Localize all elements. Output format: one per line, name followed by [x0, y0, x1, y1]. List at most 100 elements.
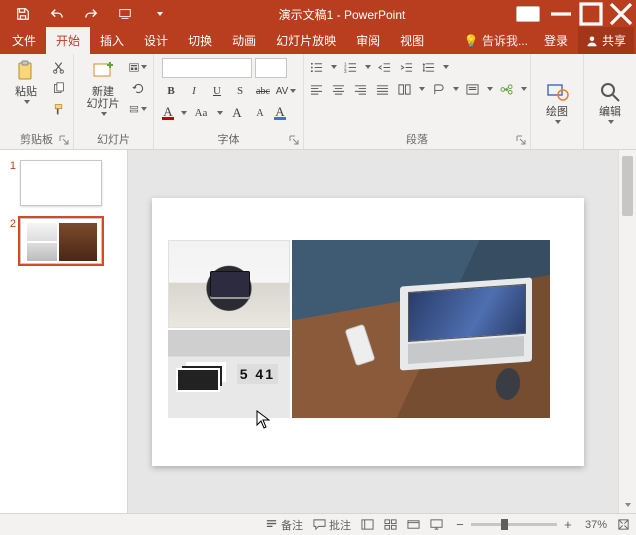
thumbnail-preview[interactable] [20, 160, 102, 206]
align-text-dropdown-icon[interactable] [487, 87, 493, 91]
thumbnail-slide-2[interactable]: 2 [6, 218, 121, 264]
tab-file[interactable]: 文件 [2, 27, 46, 54]
bullets-dropdown-icon[interactable] [331, 65, 337, 69]
new-slide-button[interactable]: 新建 幻灯片 [80, 58, 126, 118]
normal-view-icon[interactable] [361, 518, 374, 531]
font-size-combo[interactable] [255, 58, 287, 78]
share-button[interactable]: 共享 [578, 27, 634, 54]
notes-button[interactable]: 备注 [265, 517, 303, 533]
reset-icon[interactable] [129, 79, 147, 97]
slide-canvas-area[interactable] [128, 150, 618, 513]
align-text-button[interactable] [463, 80, 481, 98]
tab-insert[interactable]: 插入 [90, 27, 134, 54]
tab-design[interactable]: 设计 [134, 27, 178, 54]
slide-sorter-view-icon[interactable] [384, 518, 397, 531]
zoom-out-button[interactable]: − [453, 517, 467, 532]
close-button[interactable] [606, 0, 636, 28]
zoom-percentage[interactable]: 37% [585, 519, 607, 531]
slide-thumbnail-panel[interactable]: 1 2 [0, 150, 128, 513]
italic-button[interactable]: I [185, 82, 203, 100]
section-icon[interactable] [129, 100, 147, 118]
group-clipboard: 粘贴 剪贴板 [0, 54, 74, 149]
format-painter-icon[interactable] [49, 100, 67, 118]
paragraph-launcher-icon[interactable] [516, 135, 528, 147]
columns-button[interactable] [395, 80, 413, 98]
login-button[interactable]: 登录 [534, 27, 578, 54]
tab-home[interactable]: 开始 [46, 27, 90, 54]
thumbnail-number: 2 [6, 218, 16, 230]
zoom-slider[interactable] [471, 523, 557, 526]
scroll-thumb[interactable] [622, 156, 633, 216]
tab-slideshow[interactable]: 幻灯片放映 [266, 27, 346, 54]
line-spacing-button[interactable] [419, 58, 437, 76]
vertical-scrollbar[interactable] [618, 150, 636, 513]
underline-button[interactable]: U [208, 82, 226, 100]
ribbon-display-options-icon[interactable] [516, 6, 540, 22]
group-slides-label: 幻灯片 [97, 129, 130, 147]
font-family-combo[interactable] [162, 58, 252, 78]
maximize-button[interactable] [576, 0, 606, 28]
bullets-button[interactable] [307, 58, 325, 76]
tell-me-box[interactable]: 💡 告诉我... [458, 27, 534, 54]
tab-transitions[interactable]: 切换 [178, 27, 222, 54]
font-launcher-icon[interactable] [289, 135, 301, 147]
group-drawing: 绘图 [531, 54, 584, 149]
clear-formatting-button[interactable]: A [274, 106, 286, 120]
paste-button[interactable]: 粘贴 [6, 58, 46, 106]
zoom-slider-thumb[interactable] [501, 519, 508, 530]
cut-icon[interactable] [49, 58, 67, 76]
align-center-button[interactable] [329, 80, 347, 98]
group-paragraph: 123 段落 [304, 54, 531, 149]
fit-to-window-icon[interactable] [617, 518, 630, 531]
increase-indent-button[interactable] [397, 58, 415, 76]
smartart-dropdown-icon[interactable] [521, 87, 527, 91]
align-left-button[interactable] [307, 80, 325, 98]
shadow-button[interactable]: S [231, 82, 249, 100]
copy-icon[interactable] [49, 79, 67, 97]
scroll-down-icon[interactable] [619, 497, 636, 513]
editing-button[interactable]: 编辑 [590, 58, 630, 145]
picture-bottom-left[interactable] [168, 330, 290, 418]
layout-icon[interactable] [129, 58, 147, 76]
comments-button[interactable]: 批注 [313, 517, 351, 533]
thumbnail-preview[interactable] [20, 218, 102, 264]
font-color-button[interactable]: A [162, 106, 174, 120]
tab-view[interactable]: 视图 [390, 27, 434, 54]
undo-icon[interactable] [42, 0, 72, 28]
start-from-beginning-icon[interactable] [110, 0, 140, 28]
change-case-button[interactable]: Aa [192, 104, 210, 122]
align-right-button[interactable] [351, 80, 369, 98]
shrink-font-button[interactable]: A [251, 104, 269, 122]
numbering-dropdown-icon[interactable] [365, 65, 371, 69]
text-direction-button[interactable] [429, 80, 447, 98]
decrease-indent-button[interactable] [375, 58, 393, 76]
thumbnail-slide-1[interactable]: 1 [6, 160, 121, 206]
grow-font-button[interactable]: A [228, 104, 246, 122]
bold-button[interactable]: B [162, 82, 180, 100]
picture-top-left[interactable] [168, 240, 290, 328]
picture-right[interactable] [292, 240, 550, 418]
strikethrough-button[interactable]: abc [254, 82, 272, 100]
text-direction-dropdown-icon[interactable] [453, 87, 459, 91]
save-icon[interactable] [8, 0, 38, 28]
clipboard-launcher-icon[interactable] [59, 135, 71, 147]
justify-button[interactable] [373, 80, 391, 98]
numbering-button[interactable]: 123 [341, 58, 359, 76]
minimize-button[interactable] [546, 0, 576, 28]
drawing-button[interactable]: 绘图 [537, 58, 577, 145]
font-color-dropdown-icon[interactable] [181, 111, 187, 115]
char-spacing-button[interactable]: AV [277, 82, 295, 100]
change-case-dropdown-icon[interactable] [217, 111, 223, 115]
zoom-in-button[interactable]: + [561, 517, 575, 532]
redo-icon[interactable] [76, 0, 106, 28]
line-spacing-dropdown-icon[interactable] [443, 65, 449, 69]
quick-access-toolbar [0, 0, 174, 28]
columns-dropdown-icon[interactable] [419, 87, 425, 91]
tab-review[interactable]: 审阅 [346, 27, 390, 54]
slideshow-view-icon[interactable] [430, 518, 443, 531]
smartart-button[interactable] [497, 80, 515, 98]
qat-customize-icon[interactable] [144, 0, 174, 28]
reading-view-icon[interactable] [407, 518, 420, 531]
slide-canvas[interactable] [152, 198, 584, 466]
tab-animations[interactable]: 动画 [222, 27, 266, 54]
